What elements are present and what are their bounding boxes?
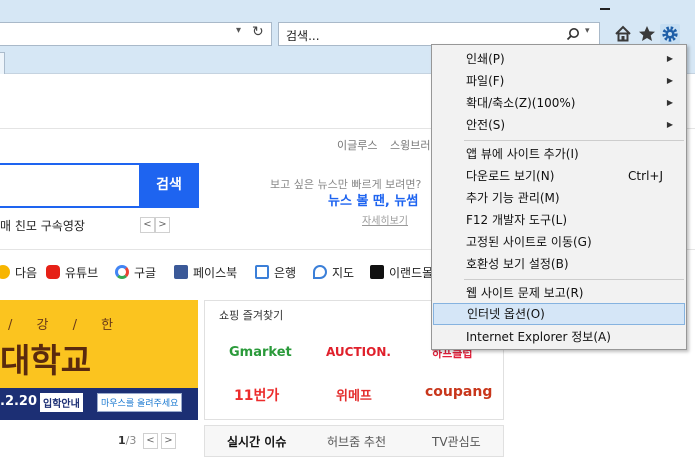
ticker-next-button[interactable]: >: [155, 217, 170, 233]
banner-line1: / 강 / 한: [8, 318, 124, 333]
menu-item-manage-addons[interactable]: 추가 기능 관리(M): [433, 187, 685, 209]
menu-item-print[interactable]: 인쇄(P) ▶: [433, 48, 685, 70]
news-cta-link[interactable]: 뉴스 볼 땐, 뉴썸: [328, 190, 418, 209]
map-pin-icon: [313, 265, 327, 279]
tools-menu: 인쇄(P) ▶ 파일(F) ▶ 확대/축소(Z)(100%) ▶ 안전(S) ▶ 앱 뷰…: [431, 44, 687, 350]
search-placeholder: 검색...: [286, 29, 320, 43]
menu-item-zoom[interactable]: 확대/축소(Z)(100%) ▶: [433, 92, 685, 114]
bank-icon: [255, 265, 269, 279]
banner-mouse-hint: 마우스를 올려주세요: [97, 393, 183, 412]
quick-link-label: 다음: [15, 265, 38, 280]
quick-link-label: 지도: [332, 265, 355, 280]
tab-tv-interest[interactable]: TV관심도: [432, 433, 481, 450]
menu-item-add-to-apps[interactable]: 앱 뷰에 사이트 추가(I): [433, 143, 685, 165]
quick-link-google[interactable]: 구글: [115, 263, 156, 281]
refresh-icon[interactable]: ↻: [252, 24, 264, 40]
browser-tab[interactable]: [0, 52, 5, 74]
submenu-arrow-icon: ▶: [666, 76, 673, 85]
brand-11st[interactable]: 11번가: [234, 385, 279, 405]
shopping-title: 쇼핑 즐겨찾기: [219, 309, 284, 322]
banner-title: 대학교: [0, 341, 92, 380]
pager-total: /3: [125, 434, 137, 447]
quick-link-daum[interactable]: 다음: [0, 263, 37, 281]
menu-separator: [464, 140, 684, 141]
quick-link-label: 은행: [274, 265, 297, 280]
menu-item-internet-options[interactable]: 인터넷 옵션(O): [433, 303, 685, 325]
tab-realtime-issue[interactable]: 실시간 이슈: [227, 433, 286, 450]
pager-prev-button[interactable]: <: [143, 433, 158, 449]
address-bar[interactable]: ▾ ↻: [0, 22, 272, 46]
quick-link-label: 페이스북: [193, 265, 238, 280]
university-banner-ad[interactable]: / 강 / 한 대학교 .2.20 입학안내 마우스를 올려주세요: [0, 300, 198, 420]
news-ticker[interactable]: 매 친모 구속영장: [0, 217, 85, 234]
quick-link-label: 이랜드몰: [389, 265, 434, 280]
ticker-prev-button[interactable]: <: [140, 217, 155, 233]
facebook-icon: [174, 265, 188, 279]
submenu-arrow-icon: ▶: [666, 120, 673, 129]
home-icon[interactable]: [613, 24, 633, 44]
banner-date: .2.20: [0, 394, 38, 409]
quick-link-bank[interactable]: 은행: [255, 263, 296, 281]
quick-link-elandmall[interactable]: 이랜드몰: [370, 263, 433, 281]
pager-next-button[interactable]: >: [161, 433, 176, 449]
daum-icon: [0, 265, 10, 279]
page-search-input[interactable]: [0, 163, 139, 208]
search-dropdown-icon[interactable]: ▾: [585, 26, 590, 36]
quick-link-facebook[interactable]: 페이스북: [174, 263, 237, 281]
menu-item-pinned-sites[interactable]: 고정된 사이트로 이동(G): [433, 231, 685, 253]
page-search-button[interactable]: 검색: [139, 163, 199, 208]
elandmall-icon: [370, 265, 384, 279]
brand-auction[interactable]: AUCTION.: [326, 345, 391, 359]
address-dropdown-icon[interactable]: ▾: [236, 25, 241, 36]
brand-coupang[interactable]: coupang: [425, 384, 492, 400]
submenu-arrow-icon: ▶: [666, 98, 673, 107]
youtube-icon: [46, 265, 60, 279]
banner-footer: .2.20 입학안내 마우스를 올려주세요: [0, 388, 198, 420]
menu-separator: [464, 279, 684, 280]
quick-link-label: 유튜브: [65, 265, 99, 280]
quick-link-label: 구글: [134, 265, 157, 280]
gear-icon[interactable]: [660, 24, 680, 44]
quick-link-youtube[interactable]: 유튜브: [46, 263, 98, 281]
submenu-arrow-icon: ▶: [666, 54, 673, 63]
toplink-egloos[interactable]: 이글루스: [337, 137, 377, 153]
toplink-swing[interactable]: 스윙브러: [390, 137, 430, 153]
menu-item-report-problem[interactable]: 웹 사이트 문제 보고(R): [433, 282, 685, 304]
brand-gmarket[interactable]: Gmarket: [229, 345, 292, 360]
menu-item-compat-view[interactable]: 호환성 보기 설정(B): [433, 253, 685, 275]
banner-pager: 1/3: [118, 434, 136, 447]
menu-item-f12-devtools[interactable]: F12 개발자 도구(L): [433, 209, 685, 231]
menu-item-safety[interactable]: 안전(S) ▶: [433, 114, 685, 136]
shortcut-label: Ctrl+J: [628, 169, 663, 183]
banner-admission-button[interactable]: 입학안내: [40, 393, 83, 412]
tab-hubzoom-recommend[interactable]: 허브줌 추천: [327, 433, 386, 450]
menu-item-file[interactable]: 파일(F) ▶: [433, 70, 685, 92]
search-input[interactable]: 검색... ▾: [278, 22, 600, 46]
quick-link-map[interactable]: 지도: [313, 263, 354, 281]
news-more-link[interactable]: 자세히보기: [362, 212, 408, 227]
star-icon[interactable]: [637, 24, 657, 44]
pager-current: 1: [118, 434, 126, 447]
menu-item-about-ie[interactable]: Internet Explorer 정보(A): [433, 326, 685, 348]
google-icon: [115, 265, 129, 279]
minimize-icon[interactable]: [598, 1, 612, 13]
menu-item-view-downloads[interactable]: 다운로드 보기(N) Ctrl+J: [433, 165, 685, 187]
brand-wemakeprice[interactable]: 위메프: [336, 385, 372, 404]
search-icon[interactable]: [566, 27, 580, 41]
